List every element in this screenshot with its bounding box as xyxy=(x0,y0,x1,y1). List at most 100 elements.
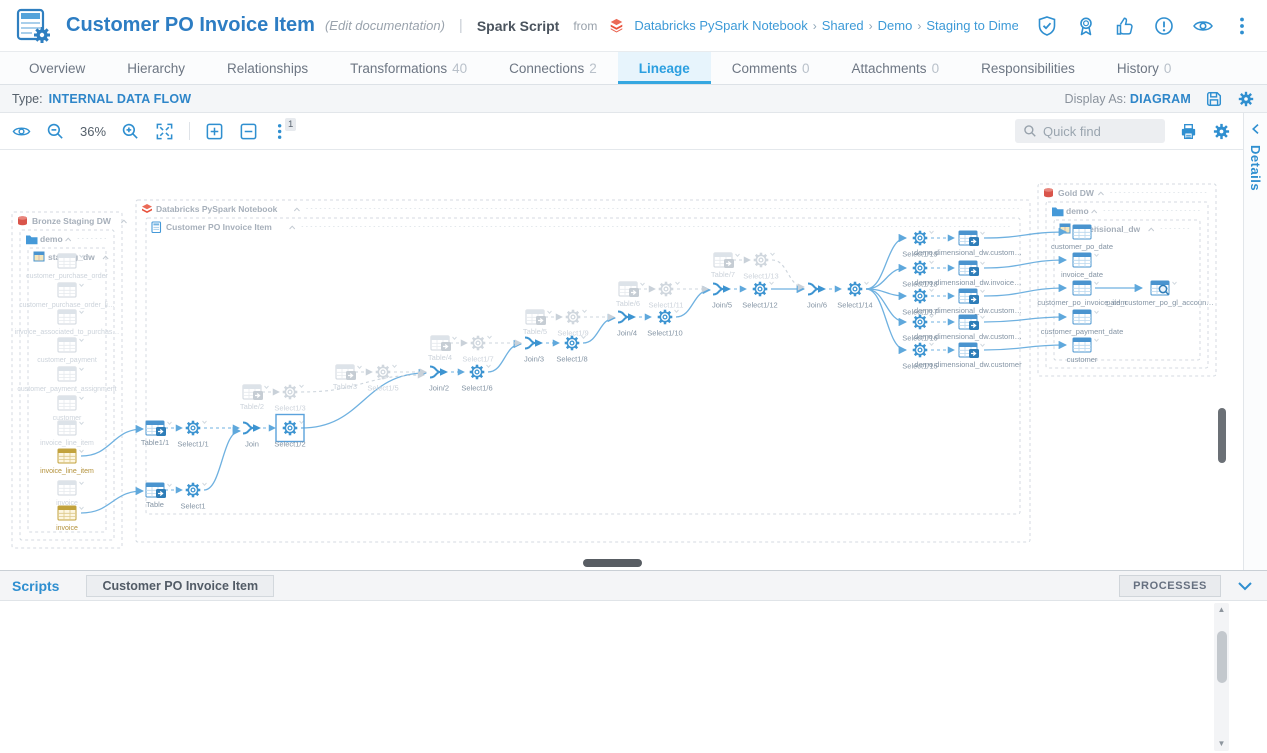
node-select1[interactable]: Select1 xyxy=(180,483,206,511)
save-view-icon[interactable] xyxy=(1205,90,1223,108)
alert-circle-icon[interactable] xyxy=(1153,15,1175,37)
breadcrumb-link[interactable]: Shared xyxy=(822,18,864,33)
settings-gear-icon[interactable] xyxy=(1237,90,1255,108)
node-select1-11[interactable]: Select1/11 xyxy=(649,282,684,310)
node-invoice[interactable]: invoice xyxy=(56,481,83,507)
node-demo-dimensional-dw-custom-[interactable]: demo.dimensional_dw.custom… xyxy=(914,315,1022,341)
node-table[interactable]: Table xyxy=(146,483,172,509)
tab-connections[interactable]: Connections2 xyxy=(488,52,618,84)
eye-icon[interactable] xyxy=(1192,15,1214,37)
node-customer-payment[interactable]: customer_payment xyxy=(37,338,97,364)
node-customer-payment-assignment[interactable]: customer_payment_assignment xyxy=(17,367,116,393)
chevron-left-icon[interactable] xyxy=(1248,121,1264,137)
breadcrumb-link[interactable]: Databricks PySpark Notebook xyxy=(634,18,807,33)
node-table-6[interactable]: Table/6 xyxy=(616,282,645,308)
script-code-text[interactable] xyxy=(0,601,1267,606)
node-join-6[interactable]: Join/6 xyxy=(807,284,827,310)
expand-all-icon[interactable] xyxy=(205,122,224,141)
node-invoice-line-item[interactable]: invoice_line_item xyxy=(40,449,94,475)
tab-comments[interactable]: Comments0 xyxy=(711,52,831,84)
tab-relationships[interactable]: Relationships xyxy=(206,52,329,84)
node-table-5[interactable]: Table/5 xyxy=(523,310,552,336)
tab-hierarchy[interactable]: Hierarchy xyxy=(106,52,206,84)
horizontal-scrollbar-thumb[interactable] xyxy=(583,559,642,567)
edit-documentation-link[interactable]: (Edit documentation) xyxy=(325,18,445,33)
zoom-out-icon[interactable] xyxy=(46,122,65,141)
node-join-3[interactable]: Join/3 xyxy=(524,338,544,364)
more-options-icon[interactable]: 1 xyxy=(273,122,292,141)
tab-history[interactable]: History0 xyxy=(1096,52,1193,84)
node-demo-dimensional-dw-invoice-[interactable]: demo.dimensional_dw.invoice… xyxy=(914,261,1021,287)
node-demo-dimensional-dw-custom-[interactable]: demo.dimensional_dw.custom… xyxy=(914,231,1022,257)
tab-attachments[interactable]: Attachments0 xyxy=(831,52,961,84)
view-options-eye-icon[interactable] xyxy=(12,122,31,141)
node-invoice[interactable]: invoice xyxy=(56,506,83,532)
node-select1-6[interactable]: Select1/6 xyxy=(461,365,492,393)
node-paid-customer-po-gl-accoun-[interactable]: paid_customer_po_gl_accoun… xyxy=(1106,281,1214,307)
quick-find-input[interactable] xyxy=(1043,124,1153,139)
node-invoice-date[interactable]: invoice_date xyxy=(1061,253,1103,279)
type-value-link[interactable]: INTERNAL DATA FLOW xyxy=(49,92,192,106)
scroll-up-arrow[interactable]: ▲ xyxy=(1218,603,1226,617)
tab-overview[interactable]: Overview xyxy=(8,52,106,84)
thumbs-up-icon[interactable] xyxy=(1114,15,1136,37)
award-icon[interactable] xyxy=(1075,15,1097,37)
breadcrumb-link[interactable]: Staging to Dimensional DW Databricks xyxy=(926,18,1018,33)
breadcrumb-link[interactable]: Demo xyxy=(878,18,913,33)
print-icon[interactable] xyxy=(1179,122,1198,141)
node-table1-1[interactable]: Table1/1 xyxy=(141,421,172,447)
node-customer-purchase-order-li-[interactable]: customer_purchase_order_li… xyxy=(19,283,115,309)
node-join-4[interactable]: Join/4 xyxy=(617,312,637,338)
node-demo-dimensional-dw-customer[interactable]: demo.dimensional_dw.customer xyxy=(914,343,1022,369)
node-demo-dimensional-dw-custom-[interactable]: demo.dimensional_dw.custom… xyxy=(914,289,1022,315)
node-join[interactable]: Join xyxy=(243,423,261,449)
node-select1-7[interactable]: Select1/7 xyxy=(462,336,493,364)
container-gold-dw[interactable]: Gold DW xyxy=(1038,184,1216,376)
node-select1-12[interactable]: Select1/12 xyxy=(742,282,777,310)
node-select1-1[interactable]: Select1/1 xyxy=(177,421,208,449)
kebab-menu-icon[interactable] xyxy=(1231,15,1253,37)
node-table-7[interactable]: Table/7 xyxy=(711,253,740,279)
node-customer[interactable]: customer xyxy=(53,396,84,422)
node-select1-9[interactable]: Select1/9 xyxy=(557,310,588,338)
quick-find-box[interactable] xyxy=(1015,119,1165,143)
node-select1-2[interactable]: Select1/2 xyxy=(274,415,305,449)
zoom-in-icon[interactable] xyxy=(121,122,140,141)
scroll-down-arrow[interactable]: ▼ xyxy=(1218,737,1226,751)
tab-transformations[interactable]: Transformations40 xyxy=(329,52,488,84)
node-table-2[interactable]: Table/2 xyxy=(240,385,269,411)
tab-lineage[interactable]: Lineage xyxy=(618,52,711,84)
vertical-scrollbar-thumb[interactable] xyxy=(1218,408,1226,463)
details-panel-label[interactable]: Details xyxy=(1248,145,1263,191)
diagram-settings-gear-icon[interactable] xyxy=(1212,122,1231,141)
code-scrollbar[interactable]: ▲ ▼ xyxy=(1214,603,1229,751)
node-join-5[interactable]: Join/5 xyxy=(712,284,732,310)
tab-responsibilities[interactable]: Responsibilities xyxy=(960,52,1096,84)
collapse-panel-chevron-down-icon[interactable] xyxy=(1235,576,1255,596)
node-select1-10[interactable]: Select1/10 xyxy=(647,310,682,338)
lineage-diagram[interactable]: Bronze Staging DWdemostaging_dwDatabrick… xyxy=(0,150,1243,570)
node-table-3[interactable]: Table/3 xyxy=(333,365,362,391)
node-select1-14[interactable]: Select1/14 xyxy=(837,282,872,310)
breadcrumb-separator: › xyxy=(869,19,873,33)
shield-check-icon[interactable] xyxy=(1036,15,1058,37)
lineage-canvas[interactable]: Bronze Staging DWdemostaging_dwDatabrick… xyxy=(0,150,1243,570)
container-customer-po-invoice-item[interactable]: Customer PO Invoice Item xyxy=(146,218,1020,514)
node-customer[interactable]: customer xyxy=(1067,338,1099,364)
collapse-all-icon[interactable] xyxy=(239,122,258,141)
node-select1-13[interactable]: Select1/13 xyxy=(743,253,778,281)
node-customer-payment-date[interactable]: customer_payment_date xyxy=(1041,310,1124,336)
processes-button[interactable]: PROCESSES xyxy=(1119,575,1221,597)
code-scrollbar-thumb[interactable] xyxy=(1217,631,1227,683)
node-join-2[interactable]: Join/2 xyxy=(429,367,449,393)
tab-label: Responsibilities xyxy=(981,61,1075,76)
node-table-4[interactable]: Table/4 xyxy=(428,336,457,362)
node-select1-3[interactable]: Select1/3 xyxy=(274,385,305,413)
container-databricks-pyspark-notebook[interactable]: Databricks PySpark Notebook xyxy=(136,200,1030,542)
node-invoice-associated-to-purchas-[interactable]: invoice_associated_to_purchas… xyxy=(15,310,120,336)
script-tab-customer-po-invoice-item[interactable]: Customer PO Invoice Item xyxy=(86,575,274,597)
node-invoice-line-item[interactable]: invoice_line_item xyxy=(40,421,94,447)
node-select1-8[interactable]: Select1/8 xyxy=(556,336,587,364)
display-as-value-link[interactable]: DIAGRAM xyxy=(1130,92,1191,106)
fit-screen-icon[interactable] xyxy=(155,122,174,141)
